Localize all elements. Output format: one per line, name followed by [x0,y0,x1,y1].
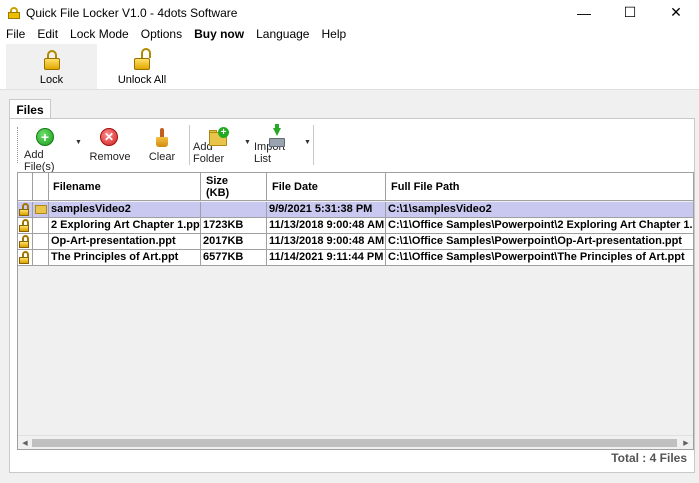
row-date: 11/13/2018 9:00:48 AM [267,218,386,234]
row-type-cell [33,250,49,266]
clear-label: Clear [148,151,176,163]
files-table[interactable]: Filename Size (KB) File Date Full File P… [17,172,694,450]
clear-button[interactable]: Clear [142,123,182,165]
add-files-button[interactable]: + Add File(s) [24,123,68,173]
lock-icon [19,219,31,232]
toolbar-separator [189,125,190,165]
import-list-dropdown-icon[interactable]: ▼ [304,139,311,146]
toolbar-separator [313,125,314,165]
row-type-cell [33,234,49,250]
row-path: C:\1\Office Samples\Powerpoint\2 Explori… [388,219,693,231]
menu-lock-mode[interactable]: Lock Mode [64,27,135,41]
row-filename: Op-Art-presentation.ppt [49,234,201,250]
header-file-date[interactable]: File Date [267,173,386,201]
header-filename[interactable]: Filename [49,173,201,201]
add-folder-button[interactable]: + Add Folder [193,123,243,165]
toolbar-grip [17,127,20,163]
scroll-right-icon[interactable]: ▶ [679,436,693,449]
row-size: 1723KB [201,218,267,234]
scroll-thumb[interactable] [32,439,677,447]
horizontal-scrollbar[interactable]: ◀ ▶ [18,435,693,449]
header-size[interactable]: Size (KB) [201,173,267,201]
header-type-col [33,173,49,201]
row-filename: The Principles of Art.ppt [49,250,201,266]
table-row[interactable]: The Principles of Art.ppt 6577KB 11/14/202… [18,250,693,266]
close-button[interactable]: ✕ [653,0,699,25]
unlock-icon [134,48,151,72]
import-list-button[interactable]: Import List [254,123,300,165]
table-row[interactable]: 2 Exploring Art Chapter 1.ppt 1723KB 11/13… [18,218,693,234]
maximize-button[interactable]: ☐ [607,0,653,25]
title-bar: Quick File Locker V1.0 - 4dots Software … [0,0,699,25]
lock-icon [43,50,60,72]
lock-label: Lock [39,74,64,86]
scroll-left-icon[interactable]: ◀ [18,436,32,449]
table-row[interactable]: samplesVideo2 9/9/2021 5:31:38 PM C:\1\sam… [18,202,693,218]
lock-icon [19,251,31,264]
import-icon [267,124,287,147]
add-icon: + [36,128,54,146]
brush-icon [152,128,172,148]
table-header: Filename Size (KB) File Date Full File P… [18,173,693,201]
header-size-line2: (KB) [206,187,230,199]
files-panel: + Add File(s) ▼ ✕ Remove Clear + Add Fol… [9,118,695,473]
header-full-path[interactable]: Full File Path [386,173,693,201]
row-filename: 2 Exploring Art Chapter 1.ppt [49,218,201,234]
add-files-dropdown-icon[interactable]: ▼ [75,139,82,146]
menu-language[interactable]: Language [250,27,315,41]
app-lock-icon [8,6,20,19]
row-lock-cell[interactable] [18,234,33,250]
unlock-all-button[interactable]: Unlock All [110,44,174,89]
remove-icon: ✕ [100,128,118,146]
header-lock-col [18,173,33,201]
row-type-cell [33,218,49,234]
menu-help[interactable]: Help [315,27,352,41]
remove-label: Remove [89,151,131,163]
row-lock-cell[interactable] [18,218,33,234]
menu-options[interactable]: Options [135,27,188,41]
add-folder-dropdown-icon[interactable]: ▼ [244,139,251,146]
row-size: 6577KB [201,250,267,266]
menu-buy-now[interactable]: Buy now [188,27,250,41]
row-date: 11/13/2018 9:00:48 AM [267,234,386,250]
lock-button[interactable]: Lock [6,44,97,89]
add-files-label: Add File(s) [24,149,55,173]
menu-bar: File Edit Lock Mode Options Buy now Lang… [0,25,699,43]
remove-button[interactable]: ✕ Remove [88,123,132,165]
row-lock-cell[interactable] [18,202,33,218]
row-size [201,202,267,218]
row-lock-cell[interactable] [18,250,33,266]
row-type-cell [33,202,49,218]
menu-edit[interactable]: Edit [31,27,64,41]
lock-icon [19,235,31,248]
tab-area: Files + Add File(s) ▼ ✕ Remove Clear + A… [0,90,699,483]
lock-icon [19,203,31,216]
table-row[interactable]: Op-Art-presentation.ppt 2017KB 11/13/2018 … [18,234,693,250]
tab-files[interactable]: Files [9,99,51,119]
window-title: Quick File Locker V1.0 - 4dots Software [26,5,238,20]
menu-file[interactable]: File [0,27,31,41]
minimize-button[interactable]: — [561,0,607,25]
folder-icon [35,205,47,214]
row-path: C:\1\Office Samples\Powerpoint\The Princ… [388,251,685,263]
row-date: 11/14/2021 9:11:44 PM [267,250,386,266]
row-size: 2017KB [201,234,267,250]
row-filename: samplesVideo2 [49,202,201,218]
header-size-line1: Size [206,175,229,187]
add-folder-icon: + [208,127,229,146]
row-path: C:\1\samplesVideo2 [388,203,492,215]
row-path: C:\1\Office Samples\Powerpoint\Op-Art-pr… [388,235,682,247]
row-date: 9/9/2021 5:31:38 PM [267,202,386,218]
status-total: Total : 4 Files [611,451,687,465]
ribbon: Lock Unlock All [0,43,699,90]
unlock-all-label: Unlock All [117,74,167,86]
files-toolbar: + Add File(s) ▼ ✕ Remove Clear + Add Fol… [15,123,695,173]
